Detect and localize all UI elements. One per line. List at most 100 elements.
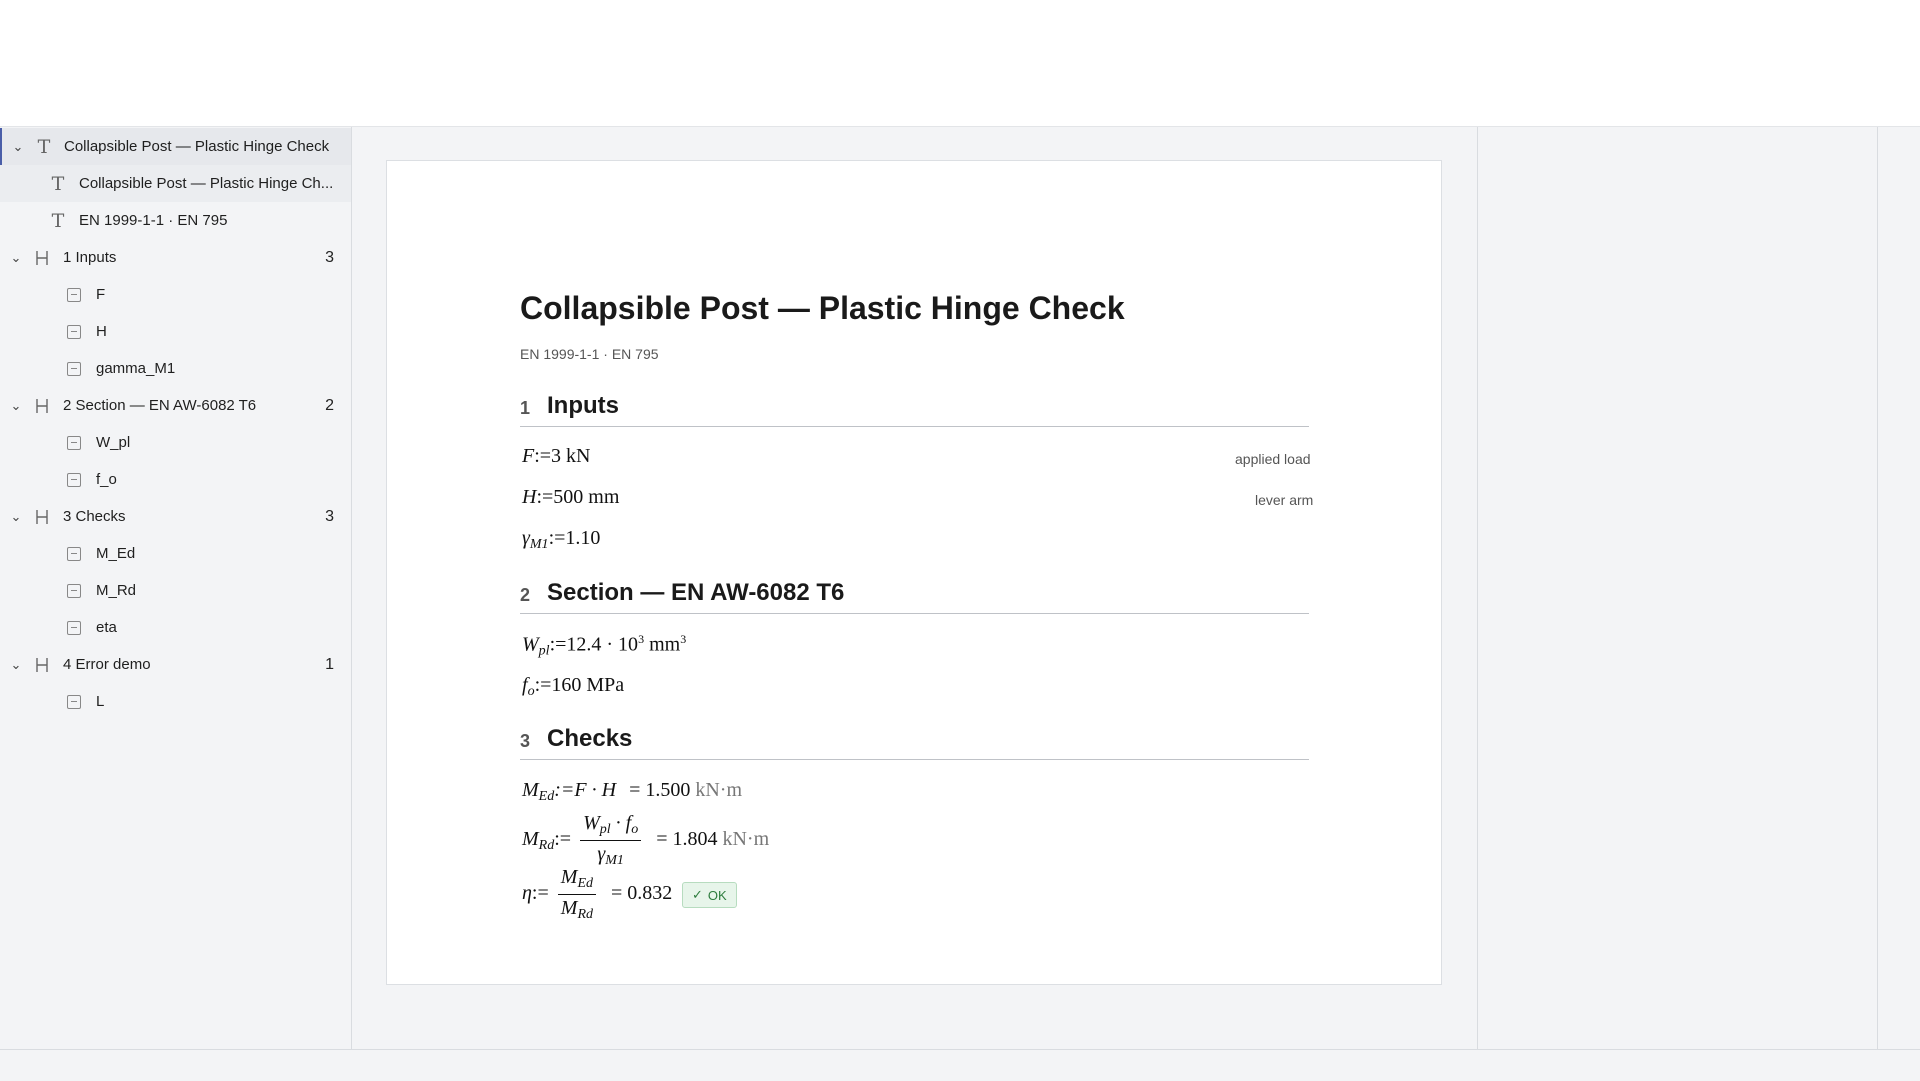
symbol: M bbox=[522, 779, 539, 801]
symbol: η bbox=[522, 882, 532, 905]
section-f-o[interactable]: fo:=160 MPa bbox=[522, 674, 624, 700]
document-subtitle[interactable]: EN 1999-1-1 · EN 795 bbox=[520, 346, 659, 362]
variable-type-icon bbox=[67, 620, 81, 635]
symbol-subscript: o bbox=[631, 822, 639, 837]
outline-label: gamma_M1 bbox=[96, 360, 176, 377]
outline-label: EN 1999-1-1 · EN 795 bbox=[79, 212, 228, 229]
outline-heading-error-demo[interactable]: ⌄ 4 Error demo 1 bbox=[0, 646, 351, 683]
outline-var-M-Ed[interactable]: M_Ed bbox=[0, 535, 351, 572]
section-number: 1 bbox=[520, 398, 531, 418]
section-title: Checks bbox=[547, 725, 633, 752]
fraction-numerator: Wpl · fo bbox=[580, 812, 642, 841]
assignment: :=500 mm bbox=[536, 486, 620, 508]
heading-type-icon bbox=[36, 398, 48, 413]
check-eta[interactable]: η:= MEd MRd = 0.832 bbox=[522, 866, 672, 923]
outline-var-L[interactable]: L bbox=[0, 683, 351, 720]
section-title: Inputs bbox=[547, 392, 619, 419]
symbol-subscript: Ed bbox=[577, 876, 593, 891]
result-value: = 1.804 bbox=[656, 828, 718, 851]
symbol-subscript: pl bbox=[599, 822, 611, 837]
outline-heading-checks[interactable]: ⌄ 3 Checks 3 bbox=[0, 498, 351, 535]
chevron-down-icon[interactable]: ⌄ bbox=[11, 139, 25, 154]
input-H[interactable]: H:=500 mm bbox=[522, 486, 619, 509]
input-F[interactable]: F:=3 kN bbox=[522, 445, 591, 468]
outline-var-M-Rd[interactable]: M_Rd bbox=[0, 572, 351, 609]
top-toolbar bbox=[0, 0, 1920, 127]
outline-var-eta[interactable]: eta bbox=[0, 609, 351, 646]
symbol: M bbox=[560, 866, 578, 888]
document-title[interactable]: Collapsible Post — Plastic Hinge Check bbox=[520, 290, 1125, 327]
heading-type-icon bbox=[36, 657, 48, 672]
symbol-subscript: Rd bbox=[538, 838, 555, 854]
section-heading-inputs[interactable]: 1 Inputs bbox=[520, 390, 1309, 427]
outline-sidebar: ⌄ T Collapsible Post — Plastic Hinge Che… bbox=[0, 127, 352, 1049]
fraction-denominator: MRd bbox=[558, 895, 596, 923]
heading-type-icon bbox=[36, 250, 48, 265]
outline-label: F bbox=[96, 286, 106, 303]
input-note-H: lever arm bbox=[1255, 492, 1314, 508]
outline-heading-inputs[interactable]: ⌄ 1 Inputs 3 bbox=[0, 239, 351, 276]
fraction: Wpl · fo γM1 bbox=[580, 812, 642, 869]
chevron-down-icon[interactable]: ⌄ bbox=[9, 509, 23, 524]
result-unit: kN·m bbox=[695, 779, 743, 801]
outline-var-H[interactable]: H bbox=[0, 313, 351, 350]
outline-label: 1 Inputs bbox=[63, 249, 117, 266]
symbol-subscript: pl bbox=[538, 643, 550, 659]
assignment: :=1.10 bbox=[548, 527, 601, 549]
unit-exponent: 3 bbox=[680, 632, 687, 646]
symbol: F bbox=[522, 445, 535, 467]
input-note-F: applied load bbox=[1235, 451, 1311, 467]
result-value: = 1.500 bbox=[629, 779, 691, 801]
check-M-Rd[interactable]: MRd:= Wpl · fo γM1 = 1.804 kN·m bbox=[522, 812, 769, 869]
text-type-icon: T bbox=[51, 209, 65, 232]
symbol-subscript: o bbox=[527, 684, 535, 699]
status-badge: ✓ OK bbox=[682, 882, 737, 908]
outline-var-f-o[interactable]: f_o bbox=[0, 461, 351, 498]
outline-var-gamma-M1[interactable]: gamma_M1 bbox=[0, 350, 351, 387]
chevron-down-icon[interactable]: ⌄ bbox=[9, 657, 23, 672]
symbol-subscript: Ed bbox=[538, 789, 555, 804]
symbol-subscript: M1 bbox=[529, 537, 549, 552]
outline-label: Collapsible Post — Plastic Hinge Ch... bbox=[79, 175, 334, 192]
input-gamma-M1[interactable]: γM1:=1.10 bbox=[522, 527, 600, 553]
check-M-Ed[interactable]: MEd:=F · H = 1.500 kN·m bbox=[522, 779, 742, 805]
assignment: := bbox=[531, 882, 549, 905]
section-heading-section[interactable]: 2 Section — EN AW-6082 T6 bbox=[520, 577, 1309, 614]
variable-type-icon bbox=[67, 583, 81, 598]
variable-type-icon bbox=[67, 472, 81, 487]
outline-count: 1 bbox=[325, 655, 334, 673]
outline-var-W-pl[interactable]: W_pl bbox=[0, 424, 351, 461]
outline-label: eta bbox=[96, 619, 117, 636]
outline-label: H bbox=[96, 323, 107, 340]
outline-item-title[interactable]: T Collapsible Post — Plastic Hinge Ch... bbox=[0, 165, 351, 202]
section-W-pl[interactable]: Wpl:=12.4 · 103 mm3 bbox=[522, 632, 686, 660]
outline-label: M_Ed bbox=[96, 545, 136, 562]
variable-type-icon bbox=[67, 361, 81, 376]
result-value: = 0.832 bbox=[611, 882, 673, 905]
assignment: :=12.4 · 10 bbox=[549, 633, 639, 656]
assignment: :=3 kN bbox=[534, 445, 591, 467]
outline-item-doc-root[interactable]: ⌄ T Collapsible Post — Plastic Hinge Che… bbox=[0, 128, 351, 165]
symbol: M bbox=[560, 897, 578, 919]
outline-count: 3 bbox=[325, 248, 334, 266]
outline-label: 4 Error demo bbox=[63, 656, 151, 673]
side-strip bbox=[1877, 127, 1920, 1049]
inspector-panel bbox=[1477, 127, 1878, 1049]
chevron-down-icon[interactable]: ⌄ bbox=[9, 250, 23, 265]
fraction-numerator: MEd bbox=[557, 866, 596, 895]
outline-label: M_Rd bbox=[96, 582, 137, 599]
outline-label: L bbox=[96, 693, 105, 710]
variable-type-icon bbox=[67, 546, 81, 561]
outline-var-F[interactable]: F bbox=[0, 276, 351, 313]
text-type-icon: T bbox=[37, 135, 51, 158]
symbol-subscript: Rd bbox=[577, 907, 593, 922]
section-heading-checks[interactable]: 3 Checks bbox=[520, 723, 1309, 760]
variable-type-icon bbox=[67, 287, 81, 302]
chevron-down-icon[interactable]: ⌄ bbox=[9, 398, 23, 413]
outline-item-subtitle[interactable]: T EN 1999-1-1 · EN 795 bbox=[0, 202, 351, 239]
symbol: M bbox=[522, 828, 539, 851]
outline-heading-section[interactable]: ⌄ 2 Section — EN AW-6082 T6 2 bbox=[0, 387, 351, 424]
text-type-icon: T bbox=[51, 172, 65, 195]
fraction: MEd MRd bbox=[557, 866, 596, 923]
variable-type-icon bbox=[67, 324, 81, 339]
